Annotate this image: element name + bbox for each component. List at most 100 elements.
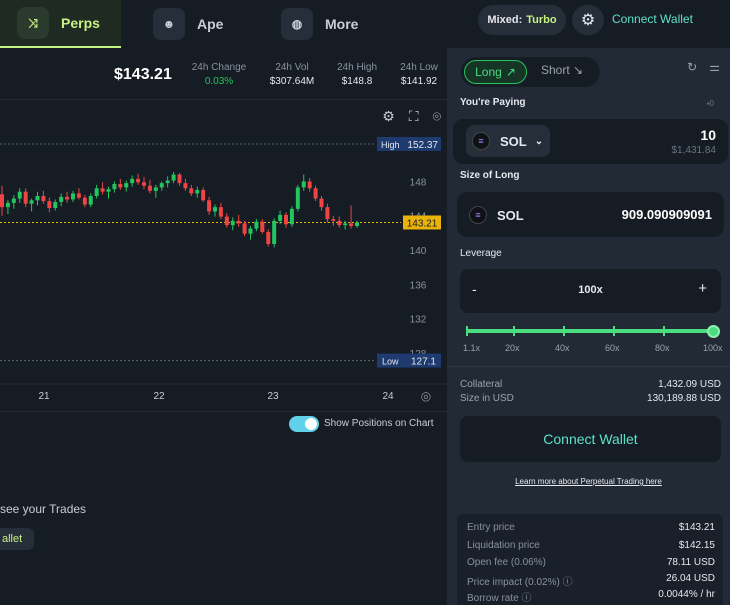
- candle-body: [65, 196, 70, 200]
- candle-body: [47, 201, 52, 208]
- candle-body: [331, 219, 336, 221]
- x-tick-label: 23: [267, 391, 279, 402]
- stat-label: 24h Vol: [275, 62, 309, 73]
- candle-body: [142, 182, 146, 186]
- paying-label: You're Paying: [460, 97, 526, 108]
- stat-label: 24h Change: [191, 62, 247, 73]
- tab-ape-label: Ape: [197, 16, 224, 32]
- candle-body: [53, 202, 58, 208]
- candle-body: [248, 228, 253, 234]
- size-label: Size of Long: [460, 170, 520, 181]
- leverage-plus-button[interactable]: +: [698, 280, 707, 297]
- mixed-label: Mixed:: [487, 14, 523, 26]
- candle-body: [130, 178, 135, 184]
- candle-body: [118, 184, 123, 188]
- slider-tick: [563, 326, 565, 336]
- info-value: 0.0044% / hr: [658, 589, 715, 600]
- short-button[interactable]: Short ↘: [541, 63, 583, 77]
- high-tag-value: 152.37: [407, 140, 438, 151]
- sol-icon: ≡: [469, 206, 487, 224]
- size-usd-value: 130,189.88 USD: [647, 393, 721, 404]
- connect-wallet-button-partial[interactable]: allet: [0, 528, 34, 550]
- show-positions-label: Show Positions on Chart: [324, 418, 434, 429]
- candle-body: [76, 193, 81, 198]
- candle-body: [213, 207, 217, 212]
- candle-body: [171, 174, 176, 181]
- settings-icon: ◎: [421, 389, 431, 403]
- mixed-mode-button[interactable]: Mixed: Turbo: [478, 5, 566, 35]
- ape-icon: ☻: [153, 8, 185, 40]
- tab-more-label: More: [325, 16, 359, 32]
- y-tick-label: 132: [410, 315, 427, 326]
- candle-body: [35, 196, 40, 201]
- pay-amount-input[interactable]: 10: [700, 127, 716, 143]
- info-label: Price impact (0.02%) ⓘ: [467, 577, 573, 588]
- candle-body: [295, 187, 300, 209]
- shuffle-icon: ⤨: [17, 7, 49, 39]
- stat-value: $141.92: [400, 76, 438, 87]
- info-label: Liquidation price: [467, 540, 540, 551]
- size-value: 909.090909091: [621, 207, 712, 222]
- tab-more[interactable]: ◍ More: [281, 0, 358, 48]
- candle-body: [272, 220, 277, 244]
- size-usd-row: Size in USD 130,189.88 USD: [460, 393, 721, 404]
- current-price: $143.21: [114, 66, 172, 83]
- show-positions-toggle[interactable]: [289, 416, 319, 432]
- info-row: Liquidation price $142.15: [467, 540, 715, 551]
- refresh-icon[interactable]: ↻: [687, 60, 697, 74]
- size-token-label: SOL: [497, 207, 524, 223]
- candle-body: [112, 184, 117, 190]
- short-label: Short: [541, 63, 570, 77]
- token-select-button[interactable]: ≡ SOL ⌄: [466, 125, 550, 157]
- tab-perps-label: Perps: [61, 15, 100, 31]
- candle-body: [284, 214, 288, 225]
- planet-icon: ◍: [281, 8, 313, 40]
- info-row: Price impact (0.02%) ⓘ 26.04 USD: [467, 573, 715, 588]
- candle-body: [278, 214, 283, 221]
- stat-label: 24h High: [336, 62, 378, 73]
- size-usd-label: Size in USD: [460, 393, 514, 404]
- learn-more-link[interactable]: Learn more about Perpetual Trading here: [447, 477, 730, 486]
- candle-body: [165, 180, 170, 184]
- info-row: Open fee (0.06%) 78.11 USD: [467, 557, 715, 568]
- connect-wallet-button[interactable]: Connect Wallet: [460, 416, 721, 462]
- candle-body: [29, 200, 34, 204]
- tab-perps[interactable]: ⤨ Perps: [0, 0, 121, 48]
- candle-body: [106, 189, 111, 192]
- long-button[interactable]: Long ↗: [464, 60, 527, 84]
- camera-icon[interactable]: ⌾: [433, 108, 441, 125]
- leverage-slider-track[interactable]: [466, 329, 716, 333]
- sol-icon: ≡: [472, 132, 490, 150]
- leverage-label: Leverage: [460, 248, 502, 259]
- candle-body: [5, 202, 10, 208]
- stat-24h-vol: 24h Vol $307.64M: [266, 62, 318, 87]
- gear-icon: ⚙: [580, 12, 596, 29]
- candle-body: [260, 221, 265, 232]
- gear-icon[interactable]: ⚙: [382, 108, 395, 125]
- see-trades-text: see your Trades: [0, 502, 87, 516]
- trade-info-card: Entry price $143.21 Liquidation price $1…: [457, 514, 723, 605]
- leverage-slider-handle[interactable]: [707, 325, 720, 338]
- stat-24h-high: 24h High $148.8: [332, 62, 382, 87]
- slider-tick: [513, 326, 515, 336]
- fullscreen-icon[interactable]: ⛶: [409, 108, 419, 125]
- connect-wallet-link[interactable]: Connect Wallet: [612, 12, 693, 26]
- candle-body: [289, 208, 294, 225]
- stat-label: 24h Low: [400, 62, 438, 73]
- info-value: $142.15: [678, 540, 715, 551]
- leverage-value[interactable]: 100x: [460, 284, 721, 296]
- stat-value: $307.64M: [269, 76, 315, 87]
- slider-tick: [466, 326, 468, 336]
- trend-up-icon: ↗: [505, 65, 516, 79]
- candle-body: [337, 220, 342, 226]
- info-row: Borrow rate ⓘ 0.0044% / hr: [467, 589, 715, 604]
- collateral-label: Collateral: [460, 379, 503, 390]
- trade-panel: Long ↗ Short ↘ ↻ ⚌ You're Paying ▪0 ≡ SO…: [447, 48, 730, 605]
- price-chart[interactable]: ⚙ ⛶ ⌾ 14814414013613212821222324◎High152…: [0, 100, 447, 411]
- tab-ape[interactable]: ☻ Ape: [153, 0, 223, 48]
- y-tick-label: 136: [410, 280, 427, 291]
- candle-body: [325, 207, 330, 220]
- settings-button[interactable]: ⚙: [572, 5, 604, 35]
- info-label: Borrow rate ⓘ: [467, 593, 532, 604]
- sliders-icon[interactable]: ⚌: [709, 60, 720, 74]
